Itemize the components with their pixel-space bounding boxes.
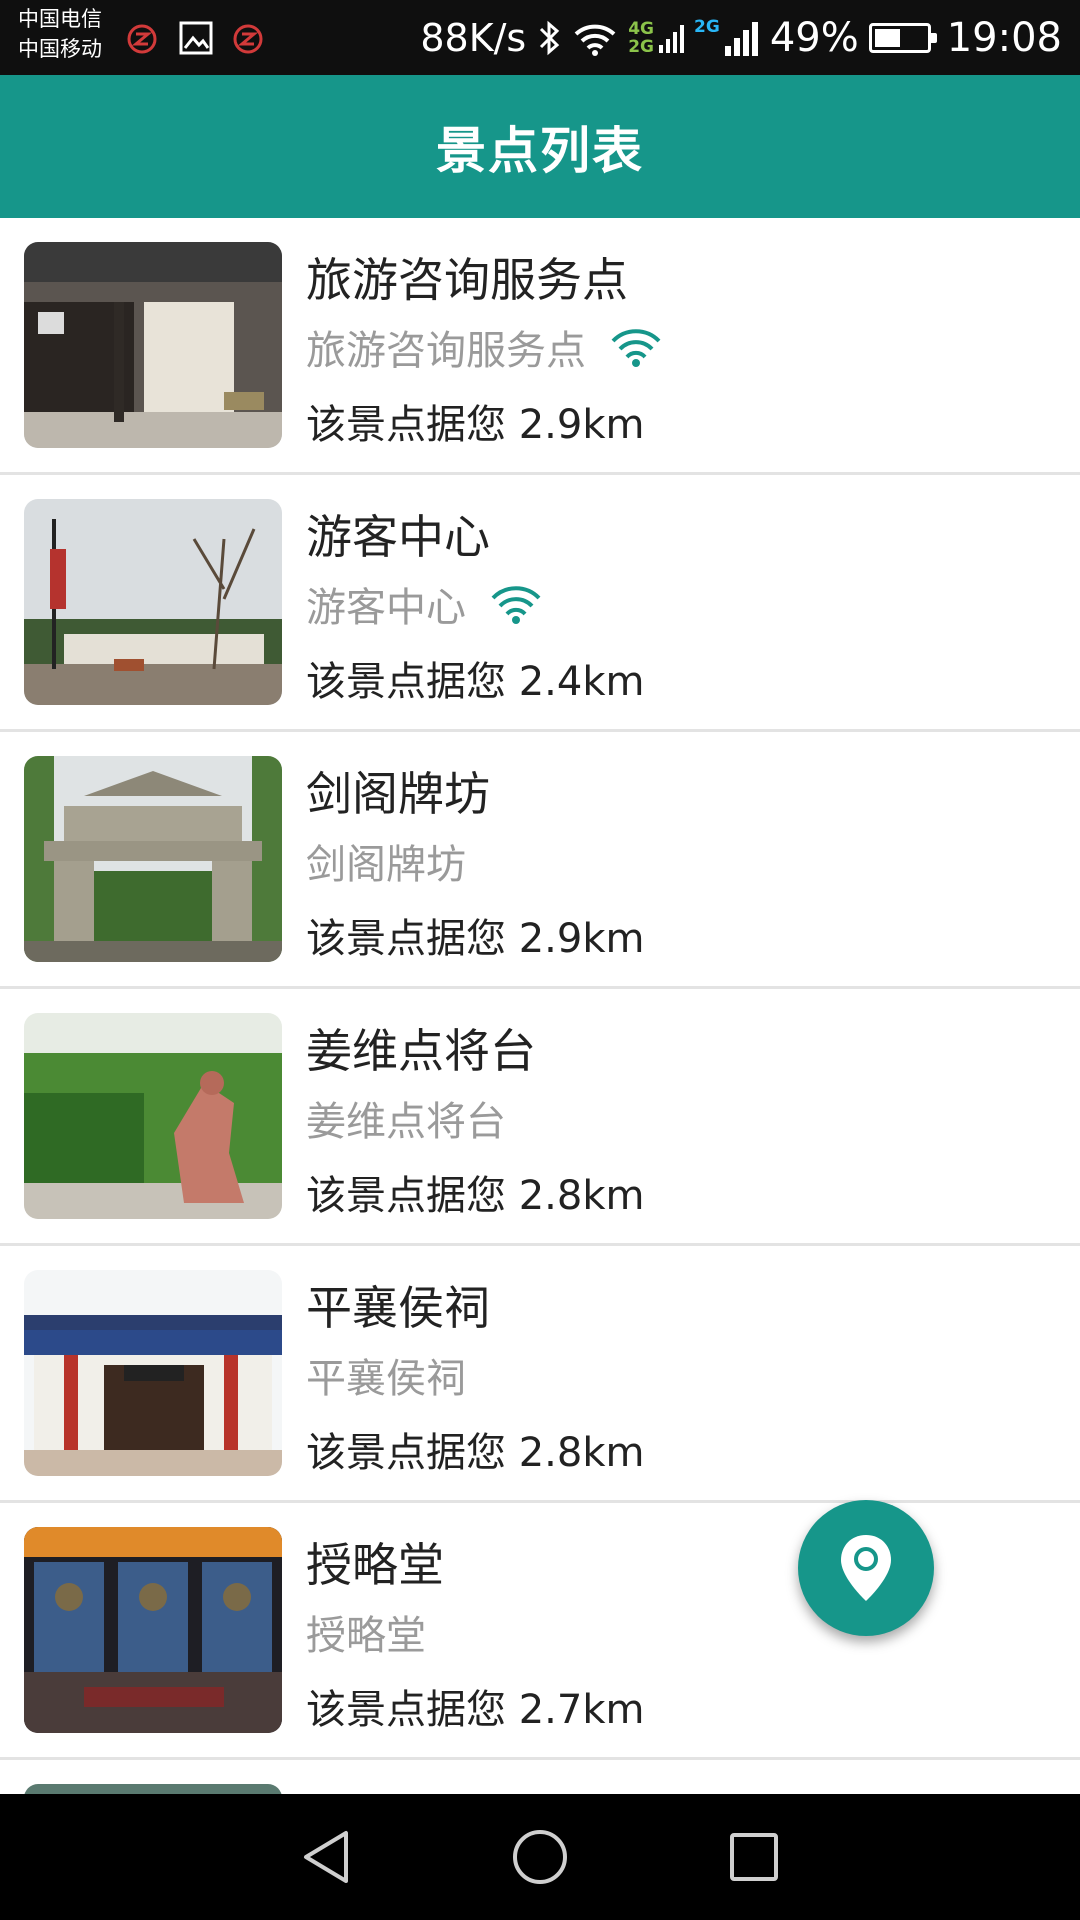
spot-subtitle-row: 游客中心 [306, 575, 542, 633]
signal-bars-icon [659, 24, 685, 53]
image-icon [179, 21, 213, 55]
spot-thumbnail [24, 242, 282, 448]
battery-percent: 49% [769, 14, 859, 61]
carrier-1: 中国电信 [18, 7, 102, 31]
wifi-icon [491, 586, 541, 624]
wifi-icon [574, 24, 616, 56]
net-speed: 88K/s [420, 15, 527, 60]
location-pin-icon [841, 1535, 891, 1601]
spot-subtitle-row: 旅游咨询服务点 [306, 318, 662, 376]
spot-item[interactable]: 剑阁牌坊 剑阁牌坊 该景点据您 2.9km [0, 732, 1080, 989]
spot-name: 剑阁牌坊 [306, 767, 490, 821]
spot-item[interactable]: 旅游咨询服务点 旅游咨询服务点 该景点据您 2.9km [0, 218, 1080, 475]
spot-item-partial[interactable] [0, 1760, 1080, 1794]
spot-subtitle: 姜维点将台 [306, 1099, 506, 1145]
label-2g-b: 2G [694, 16, 720, 37]
spot-distance: 该景点据您 2.9km [306, 402, 645, 448]
spot-distance: 该景点据您 2.7km [306, 1687, 645, 1733]
page-title: 景点列表 [436, 121, 644, 180]
spot-subtitle: 授略堂 [306, 1613, 426, 1659]
spot-thumbnail [24, 499, 282, 705]
clock: 19:08 [946, 14, 1062, 61]
spot-item[interactable]: 平襄侯祠 平襄侯祠 该景点据您 2.8km [0, 1246, 1080, 1503]
spot-distance: 该景点据您 2.9km [306, 916, 645, 962]
back-triangle-icon[interactable] [298, 1827, 354, 1887]
location-fab[interactable] [798, 1500, 934, 1636]
spot-item[interactable]: 游客中心 游客中心 该景点据您 2.4km [0, 475, 1080, 732]
wifi-icon [611, 329, 661, 367]
signal-bars-icon-2 [724, 21, 758, 56]
spot-name: 平襄侯祠 [306, 1281, 490, 1335]
spot-distance: 该景点据您 2.8km [306, 1173, 645, 1219]
signal-2g: 2G [694, 18, 760, 58]
app-bar: 景点列表 [0, 75, 1080, 218]
battery-icon [868, 22, 937, 53]
spot-distance: 该景点据您 2.8km [306, 1430, 645, 1476]
spot-thumbnail [24, 1013, 282, 1219]
spot-subtitle-row: 平襄侯祠 [306, 1346, 466, 1404]
label-2g-a: 2G [628, 36, 655, 57]
spot-name: 姜维点将台 [306, 1024, 536, 1078]
status-bar: 中国电信 中国移动 88K/s 4G 2G 2G 49% 19:08 [0, 0, 1080, 75]
spot-subtitle: 平襄侯祠 [306, 1356, 466, 1402]
spot-name: 旅游咨询服务点 [306, 253, 628, 307]
recent-square-icon[interactable] [726, 1829, 782, 1885]
home-circle-icon[interactable] [510, 1827, 570, 1887]
label-4g: 4G [628, 18, 655, 39]
spot-name: 游客中心 [306, 510, 490, 564]
carrier-labels: 中国电信 中国移动 [18, 4, 102, 64]
system-nav-bar [0, 1794, 1080, 1920]
spot-item[interactable]: 姜维点将台 姜维点将台 该景点据您 2.8km [0, 989, 1080, 1246]
spot-name: 授略堂 [306, 1538, 444, 1592]
alarm-icon-2 [233, 24, 263, 54]
spot-subtitle: 旅游咨询服务点 [306, 328, 586, 374]
signal-4g-2g: 4G 2G [628, 18, 685, 57]
spot-subtitle-row: 剑阁牌坊 [306, 832, 466, 890]
spot-thumbnail [24, 756, 282, 962]
spot-subtitle-row: 授略堂 [306, 1603, 426, 1661]
spot-thumbnail [24, 1270, 282, 1476]
bluetooth-icon [540, 20, 560, 55]
status-right: 88K/s 4G 2G 2G 49% 19:08 [420, 0, 1062, 75]
spot-distance: 该景点据您 2.4km [306, 659, 645, 705]
spot-subtitle-row: 姜维点将台 [306, 1089, 506, 1147]
alarm-icon [127, 24, 157, 54]
spot-subtitle: 剑阁牌坊 [306, 842, 466, 888]
spot-thumbnail [24, 1527, 282, 1733]
carrier-2: 中国移动 [18, 37, 102, 61]
spot-thumbnail [24, 1784, 282, 1794]
spot-subtitle: 游客中心 [306, 585, 466, 631]
